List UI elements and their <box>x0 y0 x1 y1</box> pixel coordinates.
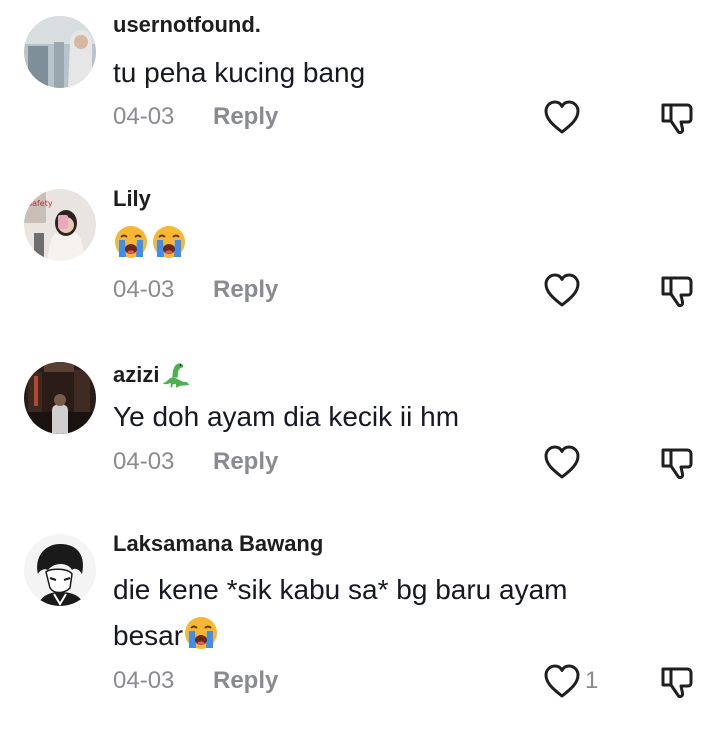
username[interactable]: usernotfound. <box>113 12 261 38</box>
reply-button[interactable]: Reply <box>213 275 278 305</box>
loudly-crying-face-emoji <box>183 615 219 651</box>
comment-date: 04-03 <box>113 276 175 303</box>
comment-text <box>113 222 673 268</box>
thumbs-down-outline-icon[interactable] <box>659 273 695 309</box>
username[interactable]: azizi <box>113 358 194 390</box>
comment-text-line-2: besar <box>113 613 673 659</box>
reply-button[interactable]: Reply <box>213 666 278 696</box>
like-count: 1 <box>585 667 599 694</box>
heart-outline-icon[interactable] <box>543 663 581 699</box>
heart-outline-icon[interactable] <box>543 444 581 480</box>
comment-text-fragment: besar <box>113 620 184 651</box>
loudly-crying-face-emoji <box>113 224 149 260</box>
thumbs-down-outline-icon[interactable] <box>659 445 695 481</box>
heart-outline-icon[interactable] <box>543 99 581 135</box>
svg-text:Safety: Safety <box>27 199 53 208</box>
avatar[interactable] <box>24 362 96 434</box>
comment-text: tu peha kucing bang <box>113 57 366 88</box>
comment-date: 04-03 <box>113 667 175 694</box>
reply-button[interactable]: Reply <box>213 447 278 477</box>
thumbs-down-outline-icon[interactable] <box>659 664 695 700</box>
avatar[interactable] <box>24 16 96 88</box>
reply-button[interactable]: Reply <box>213 102 278 132</box>
username[interactable]: Laksamana Bawang <box>113 531 323 557</box>
username-text: azizi <box>113 362 160 387</box>
avatar[interactable]: Safety <box>24 189 96 261</box>
comment-date: 04-03 <box>113 103 175 130</box>
avatar[interactable] <box>24 534 96 606</box>
loudly-crying-face-emoji <box>151 224 187 260</box>
username[interactable]: Lily <box>113 186 151 212</box>
thumbs-down-outline-icon[interactable] <box>659 100 695 136</box>
heart-outline-icon[interactable] <box>543 272 581 308</box>
sauropod-emoji <box>160 358 192 390</box>
comment-text-line-1: die kene *sik kabu sa* bg baru ayam <box>113 574 568 605</box>
comment-text: Ye doh ayam dia kecik ii hm <box>113 401 460 432</box>
comment-date: 04-03 <box>113 448 175 475</box>
